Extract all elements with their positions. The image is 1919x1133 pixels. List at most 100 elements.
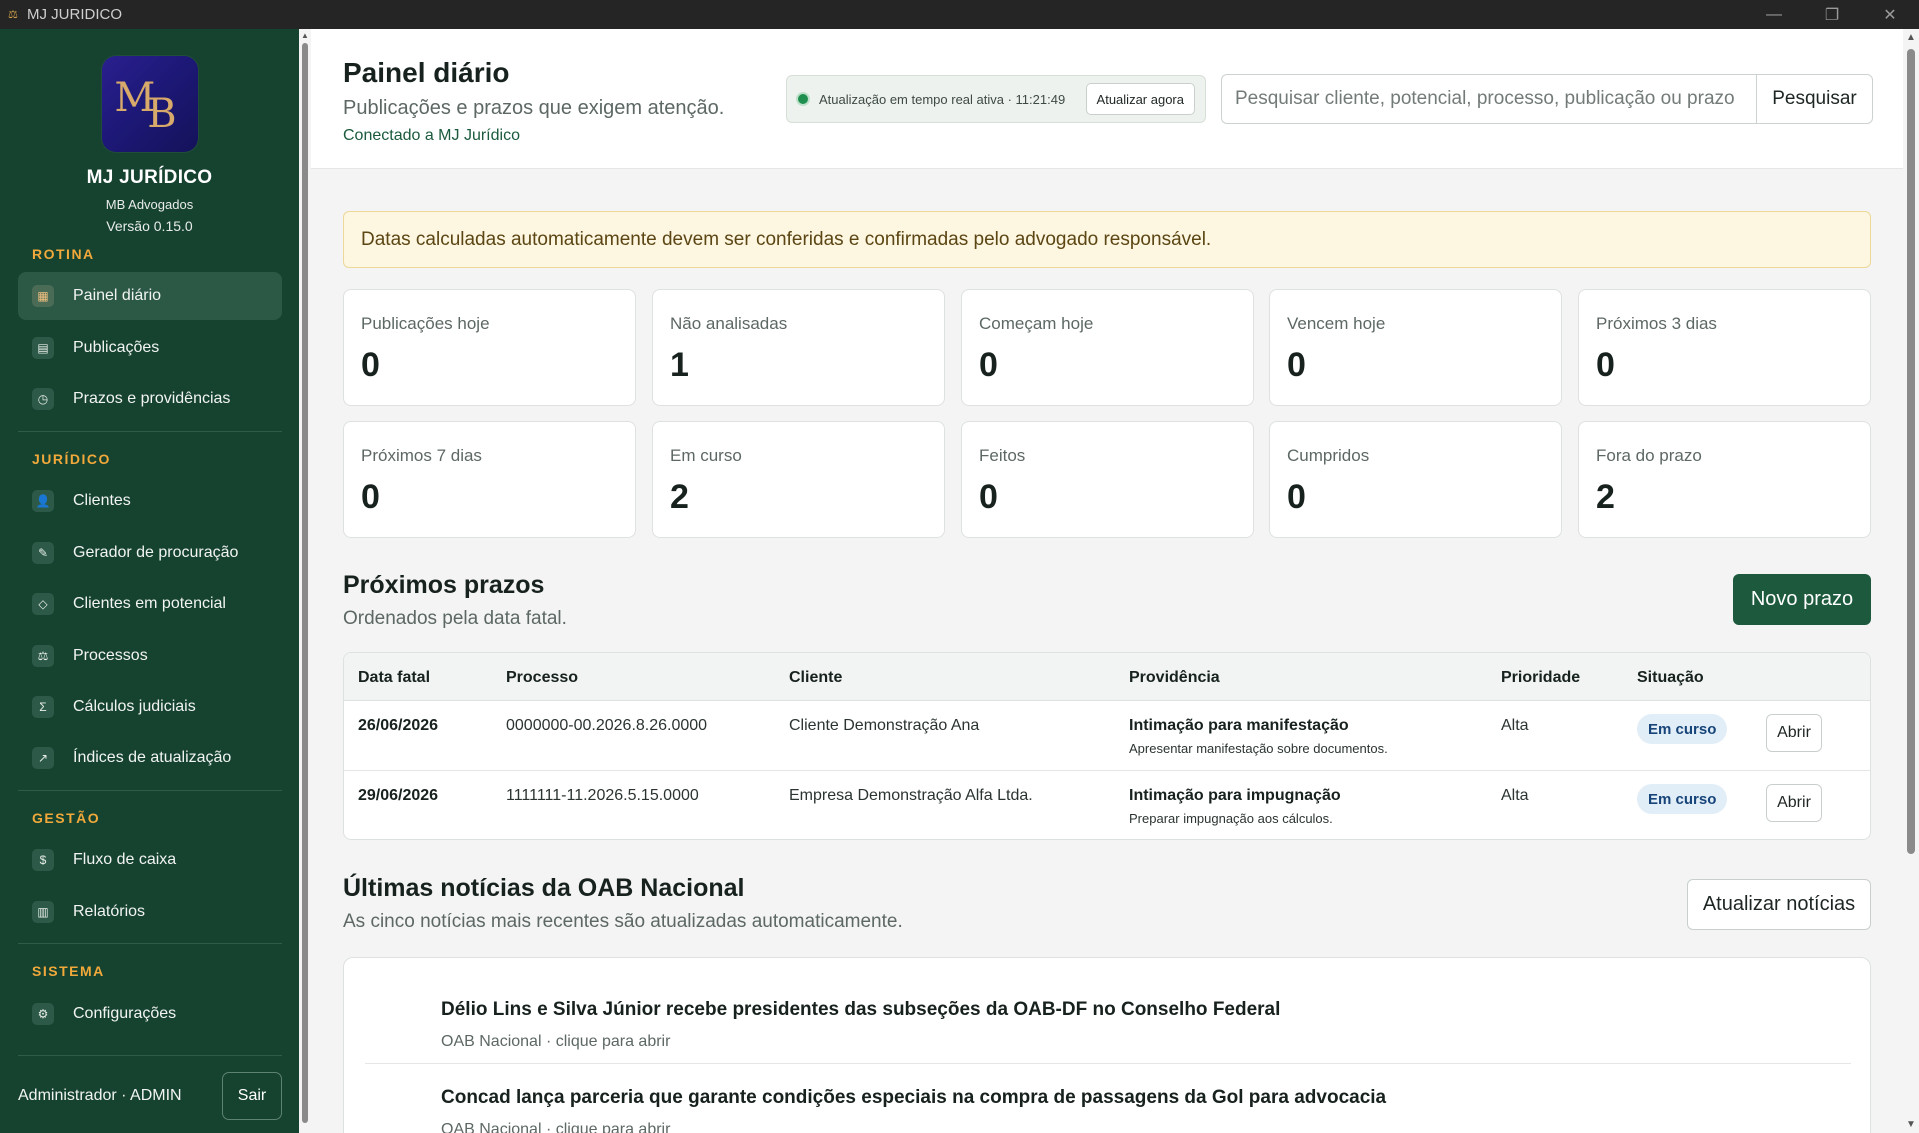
sidebar-item-gerador-procuracao[interactable]: ✎ Gerador de procuração xyxy=(18,529,282,577)
stat-value: 2 xyxy=(1596,478,1615,516)
minimize-icon[interactable]: — xyxy=(1745,0,1803,29)
search-input[interactable] xyxy=(1221,74,1756,124)
app-version: Versão 0.15.0 xyxy=(106,218,193,234)
current-user: Administrador · ADMIN xyxy=(18,1087,182,1104)
stat-label: Em curso xyxy=(670,446,742,465)
nav-section-sistema: SISTEMA xyxy=(32,963,105,979)
news-item-title[interactable]: Concad lança parceria que garante condiç… xyxy=(441,1087,1386,1109)
brand-firm: MB Advogados xyxy=(105,197,194,212)
scales-icon: ⚖ xyxy=(32,645,54,667)
news-title: Últimas notícias da OAB Nacional xyxy=(343,874,745,902)
trend-arrow-icon: ↗ xyxy=(32,747,54,769)
open-button[interactable]: Abrir xyxy=(1766,784,1822,822)
sidebar-item-painel-diario[interactable]: ▦ Painel diário xyxy=(18,272,282,320)
refresh-news-button[interactable]: Atualizar notícias xyxy=(1687,879,1871,930)
new-deadline-button[interactable]: Novo prazo xyxy=(1733,574,1871,625)
refresh-now-button[interactable]: Atualizar agora xyxy=(1085,83,1195,115)
window-titlebar: ⚖ MJ JURIDICO — ❐ ✕ xyxy=(0,0,1919,29)
connection-status: Conectado a MJ Jurídico xyxy=(343,127,520,144)
sidebar-item-label: Clientes xyxy=(73,492,131,509)
report-icon: ▥ xyxy=(32,901,54,923)
stat-card[interactable]: Próximos 7 dias 0 xyxy=(343,421,636,538)
open-button[interactable]: Abrir xyxy=(1766,714,1822,752)
cell-action: Intimação para impugnação Preparar impug… xyxy=(1129,787,1341,826)
column-header: Providência xyxy=(1129,669,1220,686)
sidebar-scrollbar[interactable]: ▲ xyxy=(299,29,311,1133)
user-icon: 👤 xyxy=(32,490,54,512)
cell-date: 26/06/2026 xyxy=(358,717,439,734)
stat-value: 0 xyxy=(979,346,998,384)
logout-button[interactable]: Sair xyxy=(222,1072,282,1120)
action-title: Intimação para manifestação xyxy=(1129,717,1349,734)
sidebar-item-label: Clientes em potencial xyxy=(73,595,226,612)
scroll-up-icon[interactable]: ▲ xyxy=(301,31,309,40)
stat-card[interactable]: Publicações hoje 0 xyxy=(343,289,636,406)
stat-label: Fora do prazo xyxy=(1596,446,1702,465)
stat-card[interactable]: Vencem hoje 0 xyxy=(1269,289,1562,406)
table-header: Data fatal Processo Cliente Providência … xyxy=(344,653,1870,701)
dashboard-icon: ▦ xyxy=(32,285,54,307)
stat-card[interactable]: Feitos 0 xyxy=(961,421,1254,538)
stat-label: Próximos 7 dias xyxy=(361,446,482,465)
live-indicator-icon xyxy=(796,92,810,106)
stat-label: Próximos 3 dias xyxy=(1596,314,1717,333)
search-button[interactable]: Pesquisar xyxy=(1756,74,1873,124)
stat-value: 0 xyxy=(1596,346,1615,384)
sidebar-item-label: Configurações xyxy=(73,1005,177,1022)
news-item[interactable]: Délio Lins e Silva Júnior recebe preside… xyxy=(441,999,1280,1051)
action-description: Apresentar manifestação sobre documentos… xyxy=(1129,741,1388,756)
sidebar-item-clientes[interactable]: 👤 Clientes xyxy=(18,477,282,525)
scrollbar-thumb[interactable] xyxy=(1907,49,1915,854)
nav-divider xyxy=(18,943,282,944)
sidebar-item-calculos[interactable]: Σ Cálculos judiciais xyxy=(18,683,282,731)
sidebar-item-prazos[interactable]: ◷ Prazos e providências xyxy=(18,375,282,423)
dollar-icon: $ xyxy=(32,849,54,871)
scroll-up-icon[interactable]: ▲ xyxy=(1906,32,1916,43)
stat-value: 2 xyxy=(670,478,689,516)
stat-card[interactable]: Próximos 3 dias 0 xyxy=(1578,289,1871,406)
cell-date: 29/06/2026 xyxy=(358,787,439,804)
news-subtitle: As cinco notícias mais recentes são atua… xyxy=(343,911,903,932)
sidebar-item-configuracoes[interactable]: ⚙ Configurações xyxy=(18,990,282,1038)
news-item-title[interactable]: Délio Lins e Silva Júnior recebe preside… xyxy=(441,999,1280,1021)
sidebar-item-fluxo-caixa[interactable]: $ Fluxo de caixa xyxy=(18,836,282,884)
sidebar-item-relatorios[interactable]: ▥ Relatórios xyxy=(18,888,282,936)
page-subtitle: Publicações e prazos que exigem atenção. xyxy=(343,97,725,119)
deadlines-subtitle: Ordenados pela data fatal. xyxy=(343,608,567,629)
stat-card[interactable]: Não analisadas 1 xyxy=(652,289,945,406)
window-title: MJ JURIDICO xyxy=(27,6,122,23)
sidebar-item-processos[interactable]: ⚖ Processos xyxy=(18,632,282,680)
stat-card[interactable]: Cumpridos 0 xyxy=(1269,421,1562,538)
stat-label: Começam hoje xyxy=(979,314,1094,333)
page-header: Painel diário Publicações e prazos que e… xyxy=(311,29,1903,169)
scrollbar-thumb[interactable] xyxy=(302,43,308,1123)
sidebar-item-publicacoes[interactable]: ▤ Publicações xyxy=(18,324,282,372)
news-item[interactable]: Concad lança parceria que garante condiç… xyxy=(441,1087,1386,1133)
scroll-down-icon[interactable]: ▼ xyxy=(1906,1119,1916,1130)
sidebar-item-clientes-potencial[interactable]: ◇ Clientes em potencial xyxy=(18,580,282,628)
stat-card[interactable]: Em curso 2 xyxy=(652,421,945,538)
sidebar-item-label: Relatórios xyxy=(73,903,146,920)
sidebar-item-indices[interactable]: ↗ Índices de atualização xyxy=(18,734,282,782)
sidebar: MB MJ JURÍDICO MB Advogados Versão 0.15.… xyxy=(0,29,299,1133)
cell-process: 0000000-00.2026.8.26.0000 xyxy=(506,717,708,734)
nav-section-gestao: GESTÃO xyxy=(32,810,101,826)
stat-value: 0 xyxy=(1287,478,1306,516)
sidebar-item-label: Fluxo de caixa xyxy=(73,851,177,868)
stat-value: 0 xyxy=(1287,346,1306,384)
cell-priority: Alta xyxy=(1501,787,1529,804)
table-row: 29/06/2026 1111111-11.2026.5.15.0000 Emp… xyxy=(344,771,1870,839)
pen-icon: ✎ xyxy=(32,542,54,564)
stat-label: Não analisadas xyxy=(670,314,788,333)
stat-label: Publicações hoje xyxy=(361,314,490,333)
stat-card[interactable]: Fora do prazo 2 xyxy=(1578,421,1871,538)
stat-card[interactable]: Começam hoje 0 xyxy=(961,289,1254,406)
restore-icon[interactable]: ❐ xyxy=(1803,0,1861,29)
main-scrollbar[interactable]: ▲ ▼ xyxy=(1903,29,1919,1133)
stat-value: 0 xyxy=(979,478,998,516)
deadlines-table: Data fatal Processo Cliente Providência … xyxy=(343,652,1871,840)
sidebar-item-label: Publicações xyxy=(73,339,160,356)
nav-section-rotina: ROTINA xyxy=(32,246,95,262)
close-icon[interactable]: ✕ xyxy=(1861,0,1919,29)
nav-section-juridico: JURÍDICO xyxy=(32,451,111,467)
